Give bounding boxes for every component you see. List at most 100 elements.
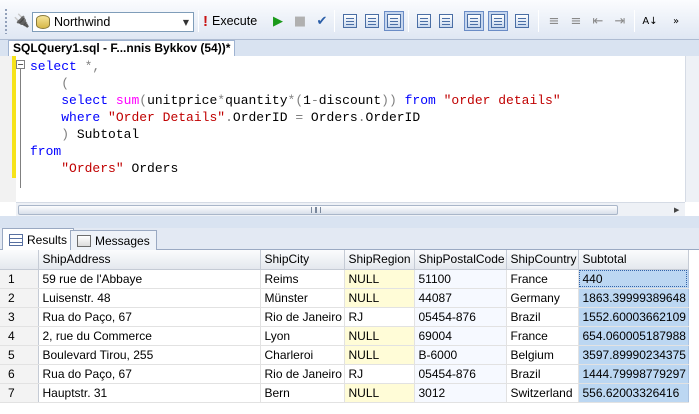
results-grid[interactable]: ShipAddress ShipCity ShipRegion ShipPostalC… xyxy=(0,250,699,414)
table-cell[interactable]: 1863.39999389648 xyxy=(578,288,689,308)
table-cell[interactable]: NULL xyxy=(344,383,415,403)
table-cell[interactable]: RJ xyxy=(344,307,415,327)
column-header[interactable]: Subtotal xyxy=(578,250,689,270)
specify-template-values-icon[interactable]: A↓ xyxy=(640,11,660,31)
increase-indent-icon[interactable]: ⇥ xyxy=(610,11,630,31)
pane-splitter[interactable] xyxy=(0,216,699,228)
table-cell[interactable]: Bern xyxy=(260,383,345,403)
query-toolbar: 🔌 Northwind ▼ ! Execute ▶ ■ ✔ ≡ ≡ ⇤ ⇥ A↓… xyxy=(0,0,699,40)
execute-icon: ! xyxy=(203,12,208,30)
table-cell[interactable]: Reims xyxy=(260,269,345,289)
client-statistics-icon[interactable] xyxy=(436,11,456,31)
results-to-grid-icon[interactable] xyxy=(384,11,404,31)
table-cell[interactable]: B-6000 xyxy=(414,345,507,365)
table-row[interactable]: 4 2, rue du Commerce Lyon NULL 69004 France 65… xyxy=(0,326,689,346)
query-designer-icon[interactable] xyxy=(362,11,382,31)
table-cell[interactable]: France xyxy=(506,269,579,289)
table-cell[interactable]: Rio de Janeiro xyxy=(260,364,345,384)
results-to-text-icon[interactable] xyxy=(464,11,484,31)
results-to-file-icon[interactable] xyxy=(512,11,532,31)
table-cell[interactable]: Rio de Janeiro xyxy=(260,307,345,327)
table-cell[interactable]: 69004 xyxy=(414,326,507,346)
table-cell[interactable]: 44087 xyxy=(414,288,507,308)
table-cell[interactable]: Switzerland xyxy=(506,383,579,403)
debug-icon[interactable]: ▶ xyxy=(268,11,288,31)
table-cell[interactable]: Hauptstr. 31 xyxy=(38,383,261,403)
table-row[interactable]: 7 Hauptstr. 31 Bern NULL 3012 Switzerland 556.… xyxy=(0,383,689,403)
column-header[interactable]: ShipAddress xyxy=(38,250,261,270)
include-actual-plan-icon[interactable] xyxy=(414,11,434,31)
table-cell[interactable]: Belgium xyxy=(506,345,579,365)
results-grid-toggle-icon[interactable] xyxy=(488,11,508,31)
scrollbar-thumb[interactable] xyxy=(18,205,618,215)
column-header[interactable]: ShipPostalCode xyxy=(414,250,507,270)
toolbar-grip[interactable] xyxy=(4,8,8,34)
table-cell[interactable]: Rua do Paço, 67 xyxy=(38,364,261,384)
uncomment-icon[interactable]: ≡ xyxy=(566,11,586,31)
table-cell[interactable]: NULL xyxy=(344,326,415,346)
table-row[interactable]: 1 59 rue de l'Abbaye Reims NULL 51100 France 4… xyxy=(0,269,689,289)
table-cell[interactable]: 3597.89990234375 xyxy=(578,345,689,365)
row-number[interactable]: 1 xyxy=(0,269,39,289)
decrease-indent-icon[interactable]: ⇤ xyxy=(588,11,608,31)
editor-vertical-scrollbar[interactable] xyxy=(685,56,699,202)
table-cell[interactable]: 05454-876 xyxy=(414,307,507,327)
table-cell[interactable]: 654.060005187988 xyxy=(578,326,689,346)
row-number[interactable]: 2 xyxy=(0,288,39,308)
row-number[interactable]: 6 xyxy=(0,364,39,384)
table-cell[interactable]: Brazil xyxy=(506,307,579,327)
table-row[interactable]: 5 Boulevard Tirou, 255 Charleroi NULL B-6000… xyxy=(0,345,689,365)
sql-editor[interactable]: − select *, ( select sum(unitprice*quant… xyxy=(0,56,685,202)
table-cell[interactable]: Charleroi xyxy=(260,345,345,365)
table-cell[interactable]: 51100 xyxy=(414,269,507,289)
table-row[interactable]: 6 Rua do Paço, 67 Rio de Janeiro RJ 05454-87… xyxy=(0,364,689,384)
comment-out-icon[interactable]: ≡ xyxy=(544,11,564,31)
table-cell[interactable]: Münster xyxy=(260,288,345,308)
table-cell[interactable]: 1444.79998779297 xyxy=(578,364,689,384)
table-cell[interactable]: France xyxy=(506,326,579,346)
row-number[interactable]: 3 xyxy=(0,307,39,327)
table-cell[interactable]: NULL xyxy=(344,269,415,289)
table-row[interactable]: 3 Rua do Paço, 67 Rio de Janeiro RJ 05454-87… xyxy=(0,307,689,327)
tab-messages[interactable]: Messages xyxy=(70,230,157,250)
table-row[interactable]: 2 Luisenstr. 48 Münster NULL 44087 Germany 186… xyxy=(0,288,689,308)
scroll-right-arrow-icon[interactable]: ▶ xyxy=(674,206,679,214)
table-cell[interactable]: Lyon xyxy=(260,326,345,346)
table-cell[interactable]: Luisenstr. 48 xyxy=(38,288,261,308)
collapse-icon[interactable]: − xyxy=(16,60,25,69)
table-cell[interactable]: 3012 xyxy=(414,383,507,403)
change-connection-icon[interactable]: 🔌 xyxy=(12,11,32,31)
column-header[interactable]: ShipCity xyxy=(260,250,345,270)
table-cell[interactable]: 2, rue du Commerce xyxy=(38,326,261,346)
table-cell[interactable]: 440 xyxy=(578,269,689,289)
table-cell[interactable]: Rua do Paço, 67 xyxy=(38,307,261,327)
toolbar-overflow-icon[interactable]: » xyxy=(666,11,686,31)
table-cell[interactable]: Brazil xyxy=(506,364,579,384)
column-header[interactable]: ShipCountry xyxy=(506,250,579,270)
table-cell[interactable]: NULL xyxy=(344,288,415,308)
parse-checkmark-icon[interactable]: ✔ xyxy=(312,11,332,31)
table-cell[interactable]: 05454-876 xyxy=(414,364,507,384)
table-cell[interactable]: 556.62003326416 xyxy=(578,383,689,403)
table-cell[interactable]: RJ xyxy=(344,364,415,384)
code-line: select *, xyxy=(30,59,101,74)
cancel-query-icon[interactable]: ■ xyxy=(290,11,310,31)
table-cell[interactable]: 59 rue de l'Abbaye xyxy=(38,269,261,289)
tab-results[interactable]: Results xyxy=(2,228,75,251)
corner-header[interactable] xyxy=(0,250,39,270)
editor-horizontal-scrollbar[interactable]: ▶ xyxy=(16,202,685,216)
table-cell[interactable]: Germany xyxy=(506,288,579,308)
column-header[interactable]: ShipRegion xyxy=(344,250,415,270)
chevron-down-icon[interactable]: ▼ xyxy=(179,13,193,31)
display-estimated-plan-icon[interactable] xyxy=(340,11,360,31)
row-number[interactable]: 5 xyxy=(0,345,39,365)
tab-sqlquery1[interactable]: SQLQuery1.sql - F...nnis Bykkov (54))* xyxy=(8,40,236,56)
row-number[interactable]: 7 xyxy=(0,383,39,403)
table-cell[interactable]: 1552.60003662109 xyxy=(578,307,689,327)
row-number[interactable]: 4 xyxy=(0,326,39,346)
table-cell[interactable]: NULL xyxy=(344,345,415,365)
code-line: ( xyxy=(30,76,70,91)
table-cell[interactable]: Boulevard Tirou, 255 xyxy=(38,345,261,365)
database-select[interactable]: Northwind ▼ xyxy=(32,12,194,32)
execute-button[interactable]: ! Execute xyxy=(203,11,257,31)
